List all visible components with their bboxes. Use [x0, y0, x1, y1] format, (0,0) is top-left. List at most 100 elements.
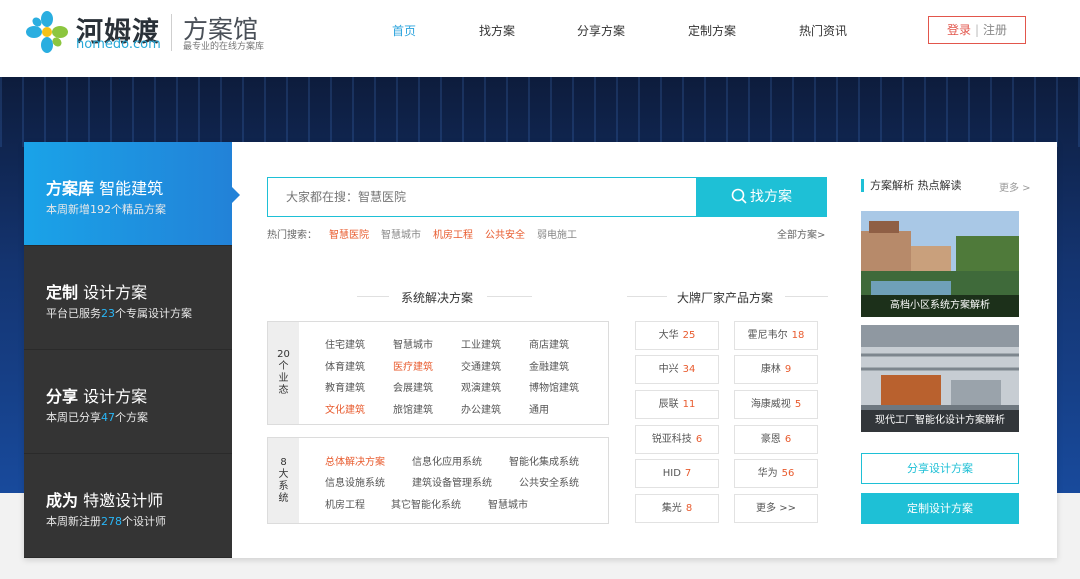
solution-item[interactable]: 工业建筑 [461, 336, 501, 351]
brand-item[interactable]: 康林 9 [734, 355, 818, 384]
hot-tag[interactable]: 弱电施工 [537, 230, 577, 241]
brand-item[interactable]: 锐亚科技 6 [635, 425, 719, 454]
nav-share-solution[interactable]: 分享方案 [577, 22, 625, 39]
brand-name: 锐亚科技 [651, 434, 692, 445]
all-solutions-link[interactable]: 全部方案> [777, 226, 825, 241]
brand-count: 25 [682, 330, 696, 341]
system-item[interactable]: 其它智能化系统 [391, 496, 461, 511]
brand-item[interactable]: 霍尼韦尔 18 [734, 321, 818, 350]
nav-home[interactable]: 首页 [392, 22, 416, 39]
menu-desc: 个专属设计方案 [115, 307, 192, 320]
article-card-residential[interactable]: 高档小区系统方案解析 [861, 211, 1019, 317]
homedo-logo-icon[interactable] [24, 11, 70, 53]
brand-item[interactable]: 集光 8 [635, 494, 719, 523]
solution-item[interactable]: 通用 [529, 401, 549, 416]
brand-item[interactable]: 豪恩 6 [734, 425, 818, 454]
menu-custom-design[interactable]: 定制 设计方案 平台已服务23个专属设计方案 [24, 246, 232, 350]
hot-tag[interactable]: 机房工程 [433, 230, 473, 241]
search-button[interactable]: 找方案 [696, 177, 827, 217]
system-item[interactable]: 建筑设备管理系统 [412, 474, 492, 489]
system-item[interactable]: 公共安全系统 [519, 474, 579, 489]
brand-count: 34 [682, 364, 696, 375]
brand-count: 6 [695, 434, 703, 445]
hot-tag[interactable]: 智慧城市 [381, 230, 421, 241]
brand-name: HID [662, 468, 681, 479]
brand-name: 集光 [661, 503, 682, 514]
menu-desc: 本周新注册 [46, 515, 101, 528]
brand-item[interactable]: 华为 56 [734, 459, 818, 488]
solution-item[interactable]: 商店建筑 [529, 336, 569, 351]
solution-item[interactable]: 金融建筑 [529, 358, 569, 373]
nav-hot-news[interactable]: 热门资讯 [799, 22, 847, 39]
solution-item[interactable]: 博物馆建筑 [529, 379, 579, 394]
group-label-char: 系 [278, 480, 289, 492]
brand-count: 11 [682, 399, 696, 410]
menu-bold: 成为 [46, 491, 79, 510]
section-divider [487, 296, 532, 297]
hot-tag[interactable]: 智慧医院 [329, 230, 369, 241]
hot-tag[interactable]: 公共安全 [485, 230, 525, 241]
brand-name: 华为 [757, 468, 778, 479]
site-subtitle: 最专业的在线方案库 [183, 42, 265, 52]
brand-name: 大华 [658, 330, 679, 341]
brand-item[interactable]: 海康威视 5 [734, 390, 818, 419]
system-item[interactable]: 总体解决方案 [325, 453, 385, 468]
system-item[interactable]: 机房工程 [325, 496, 365, 511]
solution-item[interactable]: 智慧城市 [393, 336, 433, 351]
group-label-char: 业 [278, 373, 289, 384]
nav-custom-solution[interactable]: 定制方案 [688, 22, 736, 39]
solution-item[interactable]: 教育建筑 [325, 379, 365, 394]
system-item[interactable]: 智慧城市 [488, 496, 528, 511]
login-separator: | [974, 23, 980, 37]
system-item[interactable]: 信息设施系统 [325, 474, 385, 489]
left-menu: 方案库 智能建筑 本周新增192个精品方案 定制 设计方案 平台已服务23个专属… [24, 142, 240, 558]
register-link[interactable]: 注册 [983, 23, 1007, 37]
more-link[interactable]: 更多 > [999, 179, 1031, 194]
menu-solution-library[interactable]: 方案库 智能建筑 本周新增192个精品方案 [24, 142, 240, 246]
solution-item[interactable]: 文化建筑 [325, 401, 365, 416]
hot-search-label: 热门搜索： [267, 230, 317, 241]
brand-more-button[interactable]: 更多 >> [734, 494, 818, 523]
brand-item[interactable]: 大华 25 [635, 321, 719, 350]
system-item[interactable]: 信息化应用系统 [412, 453, 482, 468]
menu-become-designer[interactable]: 成为 特邀设计师 本周新注册278个设计师 [24, 454, 232, 558]
brand-more-label: 更多 >> [756, 503, 796, 514]
group-label-char: 20 [277, 349, 290, 360]
brand-name: 霍尼韦尔 [747, 330, 788, 341]
login-register-box: 登录 | 注册 [928, 16, 1026, 44]
custom-design-button[interactable]: 定制设计方案 [861, 493, 1019, 524]
brand-count: 18 [791, 330, 805, 341]
brand-item[interactable]: 中兴 34 [635, 355, 719, 384]
menu-bold: 方案库 [46, 179, 95, 198]
solution-item[interactable]: 旅馆建筑 [393, 401, 433, 416]
solution-item[interactable]: 医疗建筑 [393, 358, 433, 373]
search-button-label: 找方案 [750, 189, 792, 205]
search-input[interactable] [267, 177, 696, 217]
menu-desc: 个设计师 [122, 515, 166, 528]
solution-item[interactable]: 体育建筑 [325, 358, 365, 373]
brand-count: 8 [685, 503, 693, 514]
solution-item[interactable]: 交通建筑 [461, 358, 501, 373]
login-link[interactable]: 登录 [947, 23, 971, 37]
article-caption: 高档小区系统方案解析 [861, 295, 1019, 317]
group-label-char: 统 [278, 492, 289, 504]
brand-item[interactable]: 辰联 11 [635, 390, 719, 419]
menu-share-design[interactable]: 分享 设计方案 本周已分享47个方案 [24, 350, 232, 454]
brand-item[interactable]: HID 7 [635, 459, 719, 488]
system-item[interactable]: 智能化集成系统 [509, 453, 579, 468]
solutions-title: 系统解决方案 [401, 291, 474, 305]
solution-item[interactable]: 观演建筑 [461, 379, 501, 394]
menu-bold: 定制 [46, 283, 79, 302]
menu-normal: 设计方案 [83, 283, 148, 302]
menu-desc: 平台已服务 [46, 307, 101, 320]
group-label-char: 大 [278, 468, 289, 480]
section-divider [627, 296, 667, 297]
solution-item[interactable]: 办公建筑 [461, 401, 501, 416]
industry-group-label: 20 个业态 [268, 322, 299, 424]
share-design-button[interactable]: 分享设计方案 [861, 453, 1019, 484]
solution-item[interactable]: 住宅建筑 [325, 336, 365, 351]
nav-find-solution[interactable]: 找方案 [479, 22, 515, 39]
article-card-factory[interactable]: 现代工厂智能化设计方案解析 [861, 325, 1019, 432]
solution-item[interactable]: 会展建筑 [393, 379, 433, 394]
logo-en[interactable]: homedo.com [76, 37, 161, 52]
